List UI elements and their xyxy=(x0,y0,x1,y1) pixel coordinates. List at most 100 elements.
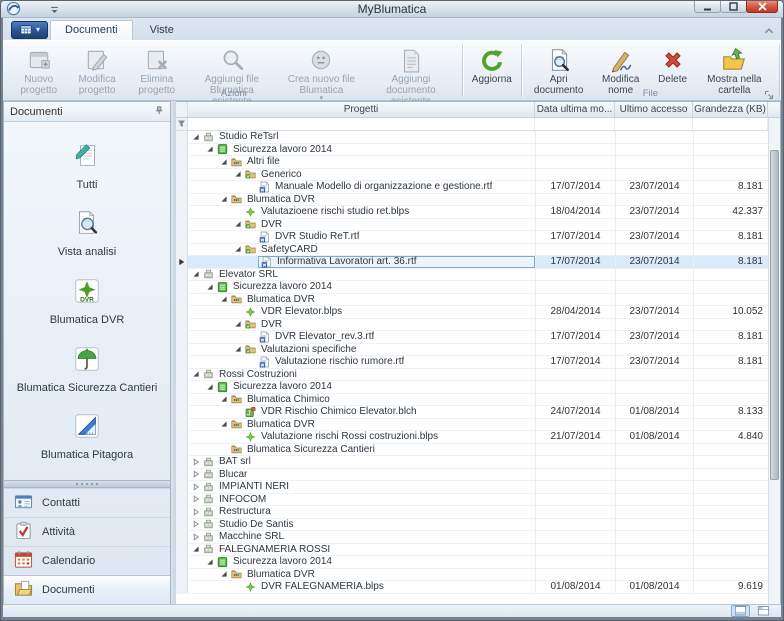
tree-row[interactable]: Informativa Lavoratori art. 36.rtf17/07/… xyxy=(176,256,780,269)
expander-icon[interactable] xyxy=(191,370,201,379)
tree-row[interactable]: Generico xyxy=(176,169,780,182)
expander-icon[interactable] xyxy=(191,482,201,491)
expander-icon[interactable] xyxy=(191,520,201,529)
tree-row[interactable]: Blumatica Chimico xyxy=(176,394,780,407)
expander-icon[interactable] xyxy=(233,345,243,354)
tree-row[interactable]: IMPIANTI NERI xyxy=(176,481,780,494)
sidebar-section-contacts[interactable]: Contatti xyxy=(4,488,170,517)
tree-row[interactable]: DVR FALEGNAMERIA.blps01/08/201401/08/201… xyxy=(176,581,780,594)
sidebar-view-analysis-view[interactable]: Vista analisi xyxy=(52,205,123,261)
split-view-icon[interactable] xyxy=(731,605,750,617)
tab-viste[interactable]: Viste xyxy=(135,20,189,40)
tree-row[interactable]: Valutazione rischio rumore.rtf17/07/2014… xyxy=(176,356,780,369)
expander-icon[interactable] xyxy=(205,557,215,566)
tree-row[interactable]: Manuale Modello di organizzazione e gest… xyxy=(176,181,780,194)
expander-icon[interactable] xyxy=(205,145,215,154)
tree-row[interactable]: Sicurezza lavoro 2014 xyxy=(176,144,780,157)
tree-row[interactable]: Blucar xyxy=(176,469,780,482)
tabbed-view-icon[interactable] xyxy=(754,605,773,617)
expander-icon[interactable] xyxy=(233,170,243,179)
tree-row[interactable]: DVR xyxy=(176,219,780,232)
filter-cell-tree[interactable] xyxy=(188,118,535,130)
expander-icon[interactable] xyxy=(191,132,201,141)
tree-row[interactable]: Blumatica Sicurezza Cantieri xyxy=(176,444,780,457)
sidebar-section-documents[interactable]: Documenti xyxy=(4,575,170,604)
expander-icon[interactable] xyxy=(219,420,229,429)
expander-icon[interactable] xyxy=(191,270,201,279)
tree-row[interactable]: Studio ReTsrl xyxy=(176,131,780,144)
maximize-button[interactable] xyxy=(720,0,747,13)
expander-icon[interactable] xyxy=(205,382,215,391)
expander-icon[interactable] xyxy=(233,220,243,229)
vertical-scrollbar[interactable] xyxy=(768,118,780,604)
tree-row[interactable]: DVR Elevator_rev.3.rtf17/07/201423/07/20… xyxy=(176,331,780,344)
filter-cell-accessed[interactable] xyxy=(615,118,693,130)
expander-icon[interactable] xyxy=(191,532,201,541)
collapse-ribbon-icon[interactable] xyxy=(763,24,775,36)
sidebar-view-blumatica-pitagora[interactable]: Blumatica Pitagora xyxy=(35,408,139,464)
refresh-button[interactable]: Aggiorna xyxy=(468,44,516,86)
expander-icon[interactable] xyxy=(191,507,201,516)
tree-row[interactable]: INFOCOM xyxy=(176,494,780,507)
expander-icon[interactable] xyxy=(219,570,229,579)
tree-row[interactable]: Sicurezza lavoro 2014 xyxy=(176,556,780,569)
tree-row[interactable]: Blumatica DVR xyxy=(176,294,780,307)
tree-row[interactable]: Valutazioene rischi studio ret.blps18/04… xyxy=(176,206,780,219)
filter-cell-size[interactable] xyxy=(693,118,768,130)
sidebar-section-calendar[interactable]: Calendario xyxy=(4,546,170,575)
tree-row[interactable]: Valutazioni specifiche xyxy=(176,344,780,357)
column-header-accessed[interactable]: Ultimo accesso xyxy=(615,102,693,117)
tree-row[interactable]: Blumatica DVR xyxy=(176,569,780,582)
sidebar-section-tasks[interactable]: Attività xyxy=(4,517,170,546)
tree-row[interactable]: Sicurezza lavoro 2014 xyxy=(176,381,780,394)
tree-row[interactable]: Macchine SRL xyxy=(176,531,780,544)
tree-row[interactable]: Blumatica DVR xyxy=(176,419,780,432)
tree-row[interactable]: Altri file xyxy=(176,156,780,169)
dialog-launcher-icon[interactable] xyxy=(764,87,775,98)
tree-row[interactable]: Restructura xyxy=(176,506,780,519)
minimize-button[interactable] xyxy=(694,0,721,13)
expander-icon[interactable] xyxy=(219,195,229,204)
expander-icon[interactable] xyxy=(191,470,201,479)
row-indicator xyxy=(176,131,188,143)
tree-item-label: Blumatica DVR xyxy=(247,194,315,205)
tree-row[interactable]: FALEGNAMERIA ROSSI xyxy=(176,544,780,557)
tree-row[interactable]: DVR Studio ReT.rtf17/07/201423/07/20148.… xyxy=(176,231,780,244)
sidebar-view-blumatica-cantieri[interactable]: Blumatica Sicurezza Cantieri xyxy=(11,341,164,397)
tree-row[interactable]: BAT srl xyxy=(176,456,780,469)
expander-icon[interactable] xyxy=(191,457,201,466)
expander-icon[interactable] xyxy=(233,245,243,254)
pin-icon[interactable] xyxy=(153,105,164,119)
tree-row[interactable]: Rossi Costruzioni xyxy=(176,369,780,382)
tree-row[interactable]: Valutazione rischi Rossi costruzioni.blp… xyxy=(176,431,780,444)
expander-icon[interactable] xyxy=(219,395,229,404)
tree-row[interactable]: Blumatica DVR xyxy=(176,194,780,207)
expander-icon[interactable] xyxy=(191,495,201,504)
application-menu-button[interactable]: ▾ xyxy=(11,21,48,39)
tree-row[interactable]: Sicurezza lavoro 2014 xyxy=(176,281,780,294)
tree-row[interactable]: Studio De Santis xyxy=(176,519,780,532)
filter-cell-modified[interactable] xyxy=(535,118,615,130)
expander-icon[interactable] xyxy=(219,157,229,166)
grid-filter-row[interactable] xyxy=(176,118,780,131)
sidebar-view-all-documents[interactable]: Tutti xyxy=(66,138,108,194)
tree-row[interactable]: VDR Elevator.blps28/04/201423/07/201410.… xyxy=(176,306,780,319)
close-button[interactable] xyxy=(746,0,778,13)
expander-icon[interactable] xyxy=(219,295,229,304)
scrollbar-thumb[interactable] xyxy=(770,150,779,480)
tree-row[interactable]: DVR xyxy=(176,319,780,332)
tree-row[interactable]: SafetyCARD xyxy=(176,244,780,257)
tab-documenti[interactable]: Documenti xyxy=(50,20,133,40)
delete-button[interactable]: Delete xyxy=(651,44,695,86)
sidebar-view-blumatica-dvr[interactable]: DVRBlumatica DVR xyxy=(44,273,131,329)
pane-splitter-grip[interactable] xyxy=(4,480,170,488)
title-bar[interactable]: MyBlumatica xyxy=(0,0,784,18)
tree-row[interactable]: Elevator SRL xyxy=(176,269,780,282)
expander-icon[interactable] xyxy=(233,320,243,329)
column-header-modified[interactable]: Data ultima mo... xyxy=(535,102,615,117)
expander-icon[interactable] xyxy=(191,545,201,554)
expander-icon[interactable] xyxy=(205,282,215,291)
tree-row[interactable]: VDR Rischio Chimico Elevator.blch24/07/2… xyxy=(176,406,780,419)
column-header-size[interactable]: Grandezza (KB) xyxy=(693,102,768,117)
column-header-tree[interactable]: Progetti xyxy=(188,102,535,117)
